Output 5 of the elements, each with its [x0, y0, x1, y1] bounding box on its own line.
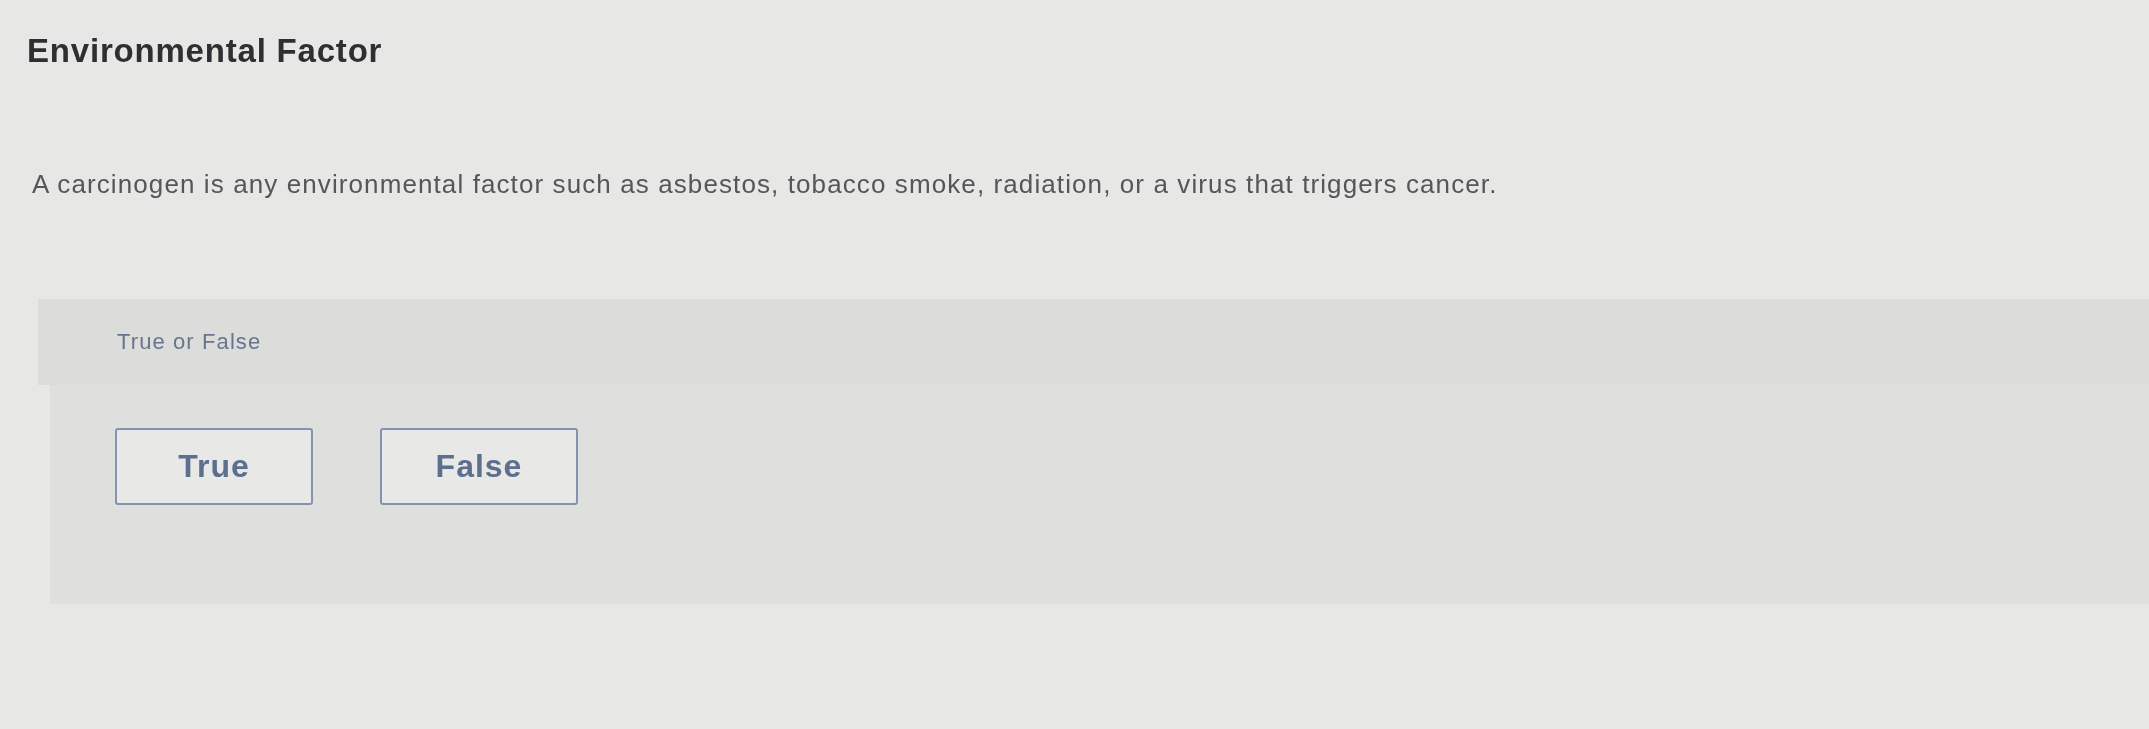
prompt-label: True or False — [117, 329, 262, 355]
answer-option-button[interactable]: False — [380, 428, 578, 505]
answer-option-button[interactable]: True — [115, 428, 313, 505]
question-text: A carcinogen is any environmental factor such as asbestos, tobacco smoke, radiation, or a virus that triggers cancer. — [32, 169, 1499, 199]
page-title: Environmental Factor — [27, 34, 384, 68]
